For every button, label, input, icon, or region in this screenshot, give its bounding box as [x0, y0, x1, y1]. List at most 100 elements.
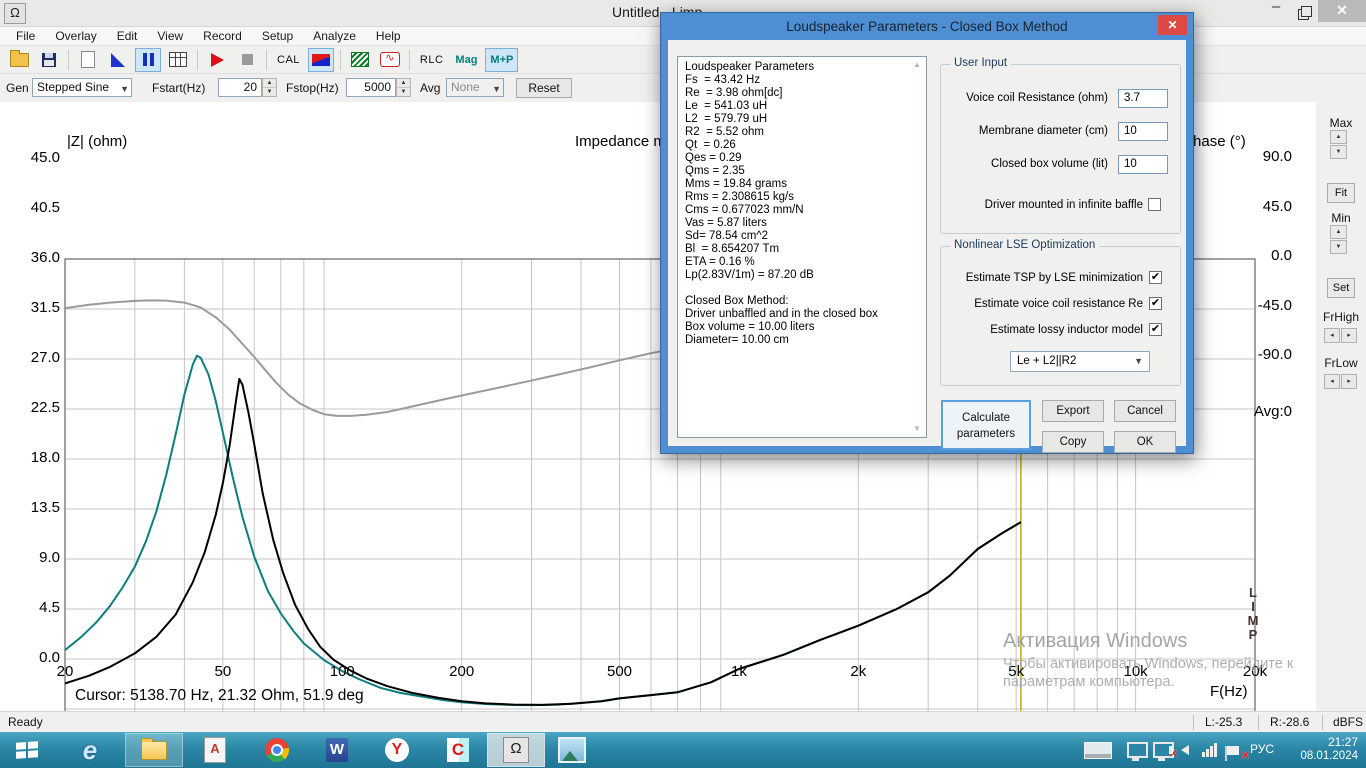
start-record-icon[interactable] [204, 48, 230, 72]
chrome-icon[interactable] [262, 736, 292, 764]
set-button[interactable]: Set [1327, 278, 1355, 298]
menu-item-analyze[interactable]: Analyze [303, 27, 366, 46]
fstart-input[interactable]: 20 [218, 78, 262, 97]
yandex-icon[interactable]: Y [382, 736, 412, 764]
internet-explorer-icon[interactable]: e [75, 735, 105, 765]
pause-icon[interactable] [135, 47, 161, 72]
close-button[interactable]: ✕ [1318, 0, 1366, 22]
toolbar-separator [408, 49, 410, 70]
parameters-text-panel[interactable]: Loudspeaker Parameters Fs = 43.42 Hz Re … [677, 56, 927, 438]
menu-item-record[interactable]: Record [193, 27, 252, 46]
f-tick-label: 500 [607, 663, 633, 680]
open-file-icon[interactable] [6, 48, 32, 72]
limp-branding: LIMP [1247, 585, 1259, 642]
z-tick-label: 9.0 [39, 549, 60, 566]
level-right: R:-28.6 [1270, 715, 1310, 729]
avg-select[interactable]: None ▼ [446, 78, 504, 97]
minimize-button[interactable]: – [1262, 0, 1290, 22]
taskbar: e A W Y C Ω ✕ ✕ РУС 21:27 08.01.2024 [0, 732, 1366, 768]
limp-omega-icon[interactable]: Ω [501, 736, 531, 764]
screen: Ω Untitled - Limp – ✕ File Overlay Edit Vie… [0, 0, 1366, 768]
menu-item-view[interactable]: View [147, 27, 193, 46]
ok-button[interactable]: OK [1114, 431, 1176, 453]
fstop-input[interactable]: 5000 [346, 78, 396, 97]
input-field-0[interactable]: 3.7 [1118, 89, 1168, 108]
lse-check-label-1: Estimate voice coil resistance Re [974, 298, 1143, 310]
max-label: Max [1329, 116, 1353, 130]
magnitude-flag-icon[interactable] [307, 47, 334, 72]
table-view-icon[interactable] [165, 48, 191, 72]
fstop-stepper[interactable]: ▲ ▼ [396, 78, 411, 97]
magnitude-phase-button[interactable]: M+P [485, 47, 519, 72]
new-document-icon[interactable] [75, 48, 101, 72]
fstop-label: Fstop(Hz) [286, 81, 339, 95]
frlow-stepper[interactable]: ◂ ▸ [1324, 374, 1358, 389]
touch-keyboard-icon[interactable] [1083, 736, 1113, 764]
dialog-body: Loudspeaker Parameters Fs = 43.42 Hz Re … [668, 40, 1186, 453]
phase-tick-label: 0.0 [1271, 247, 1292, 264]
chevron-down-icon: ▼ [492, 84, 501, 94]
file-explorer-icon[interactable] [139, 736, 169, 764]
magnitude-button[interactable]: Mag [451, 48, 481, 72]
cursor-readout: Cursor: 5138.70 Hz, 21.32 Ohm, 51.9 deg [75, 687, 364, 704]
fit-button[interactable]: Fit [1327, 183, 1355, 203]
input-field-1[interactable]: 10 [1118, 122, 1168, 141]
language-indicator[interactable]: РУС [1250, 742, 1274, 756]
inductor-model-select[interactable]: Le + L2||R2 ▼ [1010, 351, 1150, 372]
menu-item-file[interactable]: File [6, 27, 45, 46]
rlc-button[interactable]: RLC [416, 48, 448, 72]
export-button[interactable]: Export [1042, 400, 1104, 422]
min-stepper[interactable]: ▲ ▼ [1330, 225, 1347, 255]
scroll-up-icon[interactable]: ▲ [911, 60, 923, 69]
windows-activation-watermark: Активация Windows [1003, 630, 1188, 652]
save-file-icon[interactable] [36, 48, 62, 72]
frhigh-stepper[interactable]: ◂ ▸ [1324, 328, 1358, 343]
calibrate-button[interactable]: CAL [273, 48, 304, 72]
menu-item-setup[interactable]: Setup [252, 27, 303, 46]
clock-time[interactable]: 21:27 [1308, 735, 1358, 749]
scroll-down-icon[interactable]: ▼ [911, 424, 923, 433]
clock-date[interactable]: 08.01.2024 [1286, 750, 1358, 762]
phase-tick-label: -45.0 [1257, 296, 1292, 314]
menu-item-edit[interactable]: Edit [107, 27, 148, 46]
generator-type-select[interactable]: Stepped Sine ▼ [32, 78, 132, 97]
browser-c-icon[interactable]: C [443, 736, 473, 764]
z-axis-title: |Z| (ohm) [67, 133, 128, 150]
input-label-2: Closed box volume (lit) [991, 158, 1108, 170]
z-tick-label: 18.0 [30, 449, 60, 466]
calculate-parameters-button[interactable]: Calculate parameters [941, 400, 1031, 450]
cancel-button[interactable]: Cancel [1114, 400, 1176, 422]
z-tick-label: 36.0 [30, 249, 60, 266]
baffle-checkbox[interactable] [1148, 198, 1161, 211]
fstart-stepper[interactable]: ▲ ▼ [262, 78, 277, 97]
document-viewer-icon[interactable]: A [200, 736, 230, 764]
lse-checkbox-0[interactable]: ✔ [1149, 271, 1162, 284]
lse-check-label-0: Estimate TSP by LSE minimization [965, 272, 1143, 284]
menu-item-help[interactable]: Help [366, 27, 411, 46]
f-tick-label: 100 [329, 663, 355, 680]
overlay-grid-icon[interactable] [347, 48, 373, 72]
max-stepper[interactable]: ▲ ▼ [1330, 130, 1347, 160]
input-label-1: Membrane diameter (cm) [978, 125, 1108, 137]
reset-button[interactable]: Reset [516, 78, 572, 98]
lse-check-label-2: Estimate lossy inductor model [990, 324, 1143, 336]
lse-checkbox-1[interactable]: ✔ [1149, 297, 1162, 310]
dialog-title: Loudspeaker Parameters - Closed Box Meth… [786, 19, 1068, 34]
word-icon[interactable]: W [322, 736, 352, 764]
network-flag-icon[interactable]: ✕ [1218, 736, 1250, 764]
photos-icon[interactable] [557, 736, 587, 764]
restore-button[interactable] [1292, 0, 1320, 22]
sine-generator-icon[interactable]: ∿ [377, 48, 403, 72]
copy-button[interactable]: Copy [1042, 431, 1104, 453]
frhigh-label: FrHigh [1322, 310, 1359, 324]
menu-item-overlay[interactable]: Overlay [45, 27, 106, 46]
lse-checkbox-2[interactable]: ✔ [1149, 323, 1162, 336]
toolbar-separator [68, 49, 69, 70]
min-label: Min [1331, 211, 1351, 225]
app-omega-icon[interactable]: Ω [4, 3, 26, 24]
dialog-close-icon[interactable]: ✕ [1158, 15, 1187, 35]
input-field-2[interactable]: 10 [1118, 155, 1168, 174]
start-button[interactable] [12, 736, 42, 764]
pen-edit-icon[interactable] [105, 48, 131, 72]
stop-record-icon[interactable] [234, 48, 260, 72]
